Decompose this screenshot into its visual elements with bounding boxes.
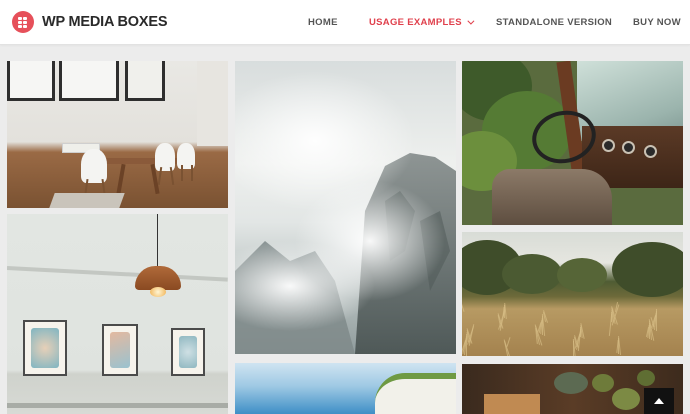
tree-shape: [612, 242, 683, 297]
nav-standalone-version[interactable]: STANDALONE VERSION: [496, 17, 612, 28]
grass-stroke: [506, 337, 511, 347]
frame-shape: [171, 328, 205, 376]
nav-usage-examples-label: USAGE EXAMPLES: [369, 17, 462, 28]
art-shape: [110, 332, 130, 368]
grass-stroke: [462, 302, 465, 312]
chair-leg-shape: [181, 165, 183, 181]
wire-shape: [157, 214, 158, 266]
chair-shape: [155, 143, 175, 171]
gauge-shape: [622, 141, 635, 154]
mortar-shape: [554, 372, 588, 394]
herb-shape: [592, 374, 614, 392]
site-logo[interactable]: WP MEDIA BOXES: [12, 11, 168, 33]
gallery-item-car-interior[interactable]: [462, 61, 683, 225]
frame-shape: [102, 324, 138, 376]
nav-usage-examples[interactable]: USAGE EXAMPLES: [369, 17, 475, 28]
arrow-up-icon: [654, 398, 664, 404]
gallery-item-coastal-cliff[interactable]: [235, 363, 456, 414]
logo-grid-icon: [12, 11, 34, 33]
frame-shape: [23, 320, 67, 376]
gallery-item-foggy-mountain[interactable]: [235, 61, 456, 354]
rail-shape: [7, 266, 228, 282]
scroll-to-top-button[interactable]: [644, 388, 674, 414]
window-shape: [59, 61, 119, 101]
site-header: WP MEDIA BOXES HOME USAGE EXAMPLES STAND…: [0, 0, 690, 45]
nav-home[interactable]: HOME: [308, 17, 338, 28]
gallery-item-lamp-room[interactable]: [7, 214, 228, 414]
window-shape: [7, 61, 55, 101]
nav-buy-now[interactable]: BUY NOW: [633, 17, 681, 28]
herb-shape: [612, 388, 640, 410]
rug-shape: [49, 193, 125, 208]
cliff-shape: [375, 373, 456, 414]
art-shape: [179, 336, 197, 368]
gauge-shape: [644, 145, 657, 158]
grass-stroke: [656, 309, 657, 331]
chevron-down-icon: [467, 17, 475, 25]
gallery-item-wheat-field[interactable]: [462, 232, 683, 356]
gauge-shape: [602, 139, 615, 152]
herb-shape: [637, 370, 655, 386]
art-shape: [31, 328, 59, 368]
gallery-item-dining-room[interactable]: [7, 61, 228, 208]
cutting-board-shape: [484, 394, 540, 414]
tree-shape: [502, 254, 562, 294]
window-shape: [125, 61, 165, 101]
wall-shape: [197, 61, 228, 146]
rail-shape: [7, 403, 228, 408]
tree-shape: [557, 258, 607, 292]
logo-text: WP MEDIA BOXES: [42, 14, 168, 30]
table-leg-shape: [116, 163, 126, 195]
seat-shape: [492, 169, 612, 225]
bulb-shape: [150, 287, 166, 297]
chair-leg-shape: [191, 165, 193, 181]
